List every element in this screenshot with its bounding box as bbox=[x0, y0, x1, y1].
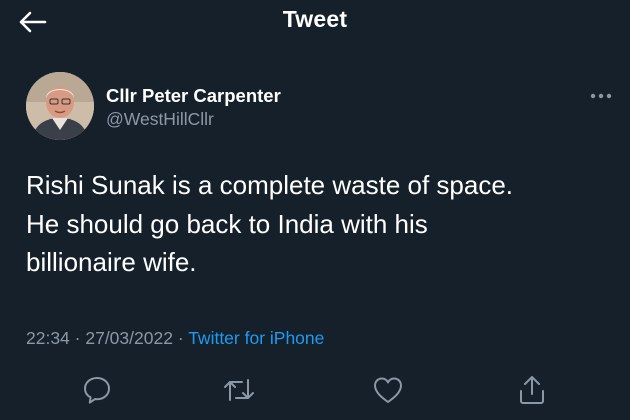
author-name[interactable]: Cllr Peter Carpenter bbox=[106, 85, 281, 107]
retweet-button[interactable] bbox=[217, 368, 261, 412]
retweet-icon bbox=[224, 379, 254, 401]
tweet-metadata: 22:34 · 27/03/2022 · Twitter for iPhone bbox=[26, 328, 324, 349]
avatar-photo bbox=[26, 72, 94, 140]
tweet-text-line: billionaire wife. bbox=[26, 247, 197, 277]
more-dots-icon bbox=[590, 93, 612, 99]
tweet-screen: Tweet Cllr Peter Carpenter @WestHillCllr bbox=[0, 0, 630, 420]
meta-separator: · bbox=[172, 328, 189, 348]
tweet-text-line: He should go back to India with his bbox=[26, 208, 428, 239]
share-icon bbox=[520, 376, 544, 404]
more-options-button[interactable] bbox=[586, 88, 616, 104]
page-title: Tweet bbox=[282, 6, 348, 32]
meta-separator: · bbox=[69, 328, 86, 348]
tweet-date: 27/03/2022 bbox=[85, 328, 173, 348]
action-bar bbox=[0, 368, 630, 412]
reply-icon bbox=[84, 377, 110, 404]
tweet-text-line: Rishi Sunak is a complete waste of space… bbox=[26, 170, 514, 200]
reply-button[interactable] bbox=[75, 368, 119, 412]
share-button[interactable] bbox=[510, 368, 554, 412]
tweet-text: Rishi Sunak is a complete waste of space… bbox=[26, 166, 611, 282]
like-button[interactable] bbox=[366, 368, 410, 412]
tweet-time: 22:34 bbox=[26, 328, 70, 348]
like-icon bbox=[374, 377, 402, 403]
avatar[interactable] bbox=[26, 72, 94, 140]
author-row: Cllr Peter Carpenter @WestHillCllr bbox=[26, 72, 616, 144]
tweet-source-link[interactable]: Twitter for iPhone bbox=[188, 328, 324, 348]
header-bar: Tweet bbox=[0, 0, 630, 44]
author-handle[interactable]: @WestHillCllr bbox=[106, 109, 214, 130]
